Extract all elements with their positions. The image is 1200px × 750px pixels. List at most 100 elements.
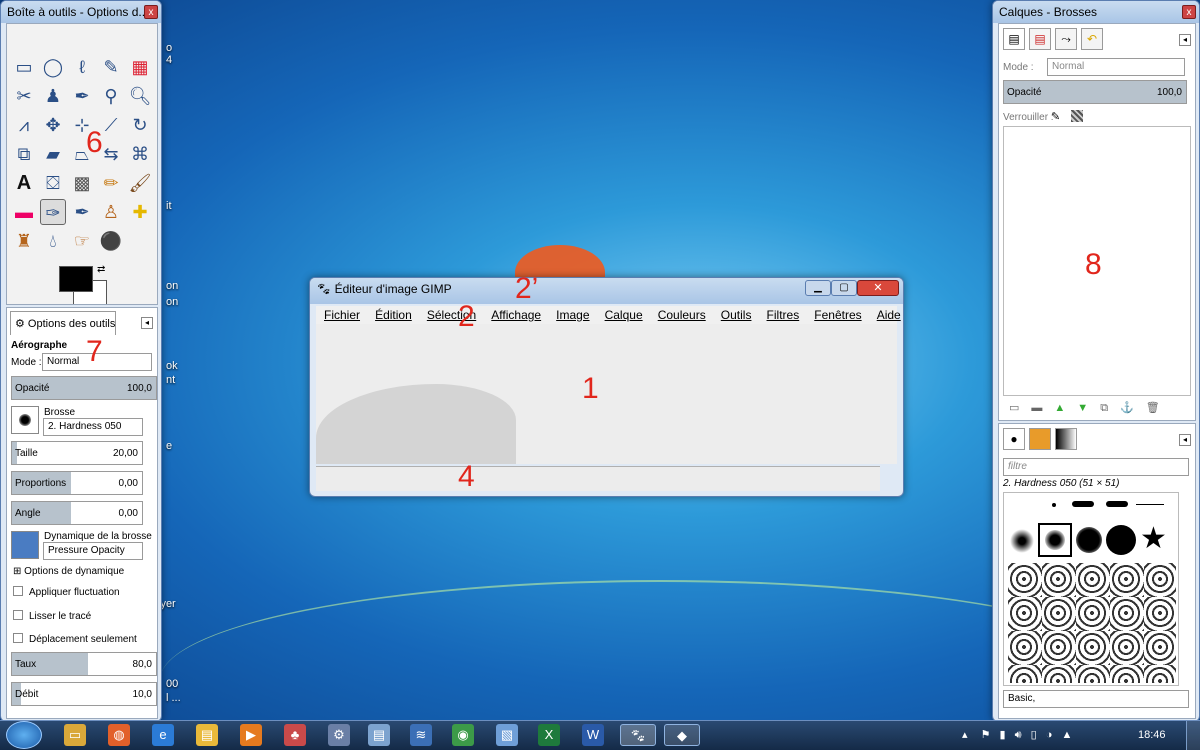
minimize-button[interactable]: ▁	[805, 280, 831, 296]
battery-icon[interactable]: ▯	[1031, 729, 1037, 741]
new-layer-icon[interactable]: ▭	[1009, 402, 1031, 414]
close-button[interactable]: x	[1182, 5, 1196, 19]
update-icon[interactable]: ▲	[1062, 729, 1073, 741]
dynamics-options-expander[interactable]: ⊞ Options de dynamique	[13, 566, 124, 577]
measure-icon[interactable]: ⩘	[11, 112, 37, 138]
notepad-icon[interactable]: ▤	[368, 724, 390, 746]
perspective-clone-icon[interactable]: ♜	[11, 228, 37, 254]
dodge-burn-icon[interactable]: ⚫	[98, 228, 124, 254]
gimp-taskbar-icon[interactable]: 🐾︎	[620, 724, 656, 746]
fluctuation-checkbox[interactable]: Appliquer fluctuation	[13, 586, 120, 598]
chrome-icon[interactable]: ◉	[452, 724, 474, 746]
app-icon[interactable]: ≋	[410, 724, 432, 746]
scissors-icon[interactable]: ✂	[11, 83, 37, 109]
scale-icon[interactable]: ⧉	[11, 141, 37, 167]
fuzzy-select-icon[interactable]: ✎	[98, 54, 124, 80]
duplicate-layer-icon[interactable]: ⧉	[1100, 402, 1120, 414]
app-icon[interactable]: ▤	[196, 724, 218, 746]
brush-name-field[interactable]: 2. Hardness 050	[43, 418, 143, 436]
cage-icon[interactable]: ⌘	[127, 141, 153, 167]
start-button[interactable]	[6, 721, 42, 749]
tab-patterns[interactable]	[1029, 428, 1051, 450]
tab-layers[interactable]: ▤	[1003, 28, 1025, 50]
menu-aide[interactable]: Aide	[877, 308, 901, 322]
volume-icon[interactable]: 🔊︎	[1015, 729, 1022, 741]
toolbox-titlebar[interactable]: Boîte à outils - Options d...	[1, 1, 161, 23]
menu-couleurs[interactable]: Couleurs	[658, 308, 706, 322]
tab-gradients[interactable]	[1055, 428, 1077, 450]
swap-colors-icon[interactable]: ⇄	[97, 264, 105, 275]
tab-channels[interactable]: ▤	[1029, 28, 1051, 50]
ink-icon[interactable]: ✒	[69, 199, 95, 225]
excel-icon[interactable]: X	[538, 724, 560, 746]
raise-layer-icon[interactable]: ▲	[1054, 402, 1077, 414]
lock-pixels-icon[interactable]: ✎	[1051, 110, 1060, 123]
brush-grid[interactable]: ★	[1003, 492, 1179, 686]
close-button[interactable]: x	[144, 5, 158, 19]
foreground-color-swatch[interactable]	[59, 266, 93, 292]
firefox-icon[interactable]: ◍	[108, 724, 130, 746]
app-icon[interactable]: ♣	[284, 724, 306, 746]
blend-icon[interactable]: ▩	[69, 170, 95, 196]
delete-layer-icon[interactable]: 🗑︎	[1146, 402, 1172, 414]
paintbrush-icon[interactable]: 🖌︎	[127, 170, 153, 196]
rate-slider[interactable]: Taux 80,0	[11, 652, 157, 676]
bucket-fill-icon[interactable]: ⛋	[40, 170, 66, 196]
menu-fichier[interactable]: Fichier	[324, 308, 360, 322]
dynamics-icon[interactable]	[11, 531, 39, 559]
color-select-icon[interactable]: ▦	[127, 54, 153, 80]
paint-icon[interactable]: ▧	[496, 724, 518, 746]
flow-slider[interactable]: Débit 10,0	[11, 682, 157, 706]
clone-icon[interactable]: ♙	[98, 199, 124, 225]
maximize-button[interactable]: ▢	[831, 280, 857, 296]
opacity-slider[interactable]: Opacité 100,0	[11, 376, 157, 400]
media-player-icon[interactable]: ▶	[240, 724, 262, 746]
menu-affichage[interactable]: Affichage	[491, 308, 541, 322]
menu-filtres[interactable]: Filtres	[767, 308, 800, 322]
layer-mode-select[interactable]: Normal	[1047, 58, 1185, 76]
lower-layer-icon[interactable]: ▼	[1077, 402, 1100, 414]
airbrush-icon[interactable]: ✑	[40, 199, 66, 225]
ellipse-select-icon[interactable]: ◯	[40, 54, 66, 80]
configure-tab-button[interactable]: ◂	[1179, 434, 1191, 446]
text-icon[interactable]: A	[11, 170, 37, 196]
app-icon[interactable]: ⚙	[328, 724, 350, 746]
zoom-icon[interactable]: 🔍︎	[127, 83, 153, 109]
menu-edition[interactable]: Édition	[375, 308, 412, 322]
brush-filter-input[interactable]: filtre	[1003, 458, 1189, 476]
network-icon[interactable]: ▮	[1000, 729, 1006, 741]
proportions-slider[interactable]: Proportions 0,00	[11, 471, 143, 495]
security-icon[interactable]: ◑	[1046, 729, 1053, 741]
ie-icon[interactable]: e	[152, 724, 174, 746]
paths-icon[interactable]: ✒	[69, 83, 95, 109]
color-picker-icon[interactable]: ⚲	[98, 83, 124, 109]
tab-brushes[interactable]: ●	[1003, 428, 1025, 450]
clock[interactable]: 18:46	[1138, 729, 1166, 741]
close-button[interactable]: ✕	[857, 280, 899, 296]
selected-brush[interactable]	[1038, 523, 1072, 557]
shear-icon[interactable]: ▰	[40, 141, 66, 167]
blur-icon[interactable]: 💧︎	[40, 228, 66, 254]
smooth-stroke-checkbox[interactable]: Lisser le tracé	[13, 610, 91, 622]
rect-select-icon[interactable]: ▭	[11, 54, 37, 80]
free-select-icon[interactable]: ℓ	[69, 54, 95, 80]
eraser-icon[interactable]: ▬	[11, 199, 37, 225]
dynamics-field[interactable]: Pressure Opacity	[43, 542, 143, 560]
layer-opacity-slider[interactable]: Opacité 100,0	[1003, 80, 1187, 104]
anchor-layer-icon[interactable]: ⚓	[1120, 402, 1146, 414]
flag-icon[interactable]: ⚑	[981, 729, 991, 741]
brush-preview[interactable]	[11, 406, 39, 434]
app-icon[interactable]: ◆	[664, 724, 700, 746]
lock-alpha-icon[interactable]	[1071, 110, 1083, 122]
new-group-icon[interactable]: ▬	[1031, 402, 1054, 414]
word-icon[interactable]: W	[582, 724, 604, 746]
tray-expand-icon[interactable]: ▴	[962, 729, 968, 741]
motion-only-checkbox[interactable]: Déplacement seulement	[13, 633, 137, 645]
configure-tab-button[interactable]: ◂	[141, 317, 153, 329]
move-icon[interactable]: ✥	[40, 112, 66, 138]
menu-image[interactable]: Image	[556, 308, 589, 322]
menu-calque[interactable]: Calque	[605, 308, 643, 322]
smudge-icon[interactable]: ☞	[69, 228, 95, 254]
menu-outils[interactable]: Outils	[721, 308, 752, 322]
show-desktop-button[interactable]	[1186, 721, 1200, 750]
